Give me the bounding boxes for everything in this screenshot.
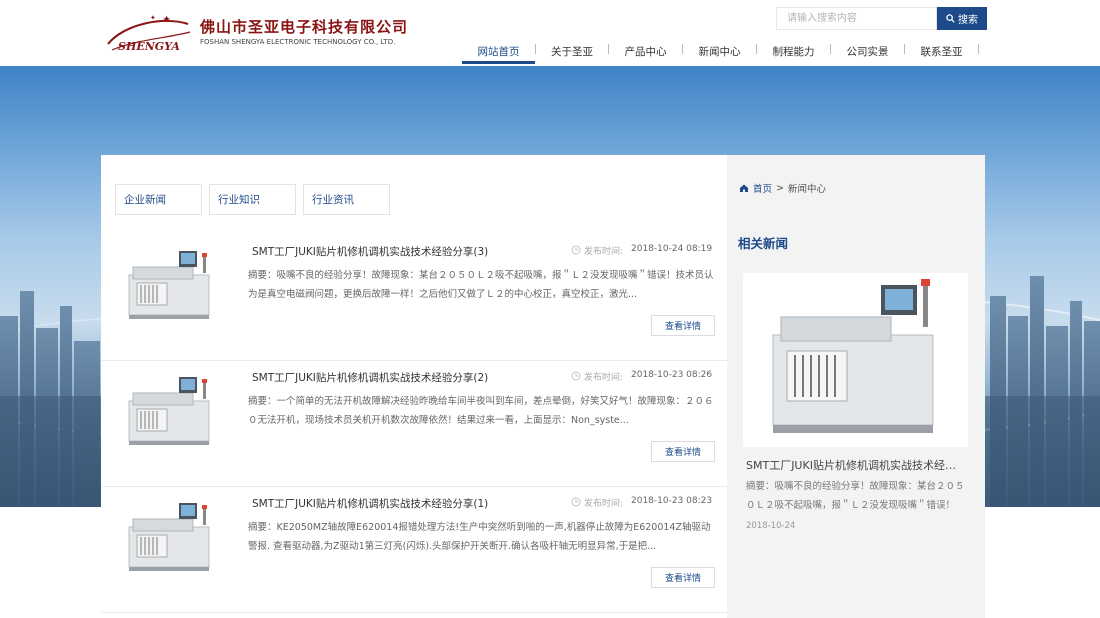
view-details-button[interactable]: 查看详情 — [651, 315, 715, 336]
smt-machine-thumbnail[interactable] — [123, 499, 219, 577]
news-list-panel: 企业新闻 行业知识 行业资讯 SMT工厂JUKI贴片机修机调机实战技术经验分享(… — [101, 155, 727, 618]
publish-date: 2018-10-24 08:19 — [631, 244, 713, 254]
nav-item-home[interactable]: 网站首页 — [462, 38, 535, 64]
nav-item-gallery[interactable]: 公司实景 — [831, 38, 904, 64]
publish-date-label: 发布时间: — [584, 247, 624, 257]
view-details-button[interactable]: 查看详情 — [651, 441, 715, 462]
nav-item-news[interactable]: 新闻中心 — [683, 38, 756, 64]
main-nav: 网站首页 关于圣亚 产品中心 新闻中心 制程能力 公司实景 联系圣亚 — [462, 38, 979, 64]
search-box: 搜索 — [776, 7, 987, 30]
smt-machine-thumbnail[interactable] — [123, 373, 219, 451]
nav-item-contact[interactable]: 联系圣亚 — [905, 38, 978, 64]
shengya-logo-icon: ✦ ✦ SHENGYA — [107, 13, 191, 53]
breadcrumb-home[interactable]: 首页 — [753, 181, 772, 195]
related-news-summary: 摘要：吸嘴不良的经验分享！故障现象：某台２０５０Ｌ２吸不起吸嘴，报＂Ｌ２没发现吸… — [746, 481, 965, 511]
search-button-label: 搜索 — [958, 15, 978, 26]
svg-text:SHENGYA: SHENGYA — [118, 40, 180, 53]
publish-date: 2018-10-23 08:26 — [631, 370, 713, 380]
smt-machine-thumbnail[interactable] — [123, 247, 219, 325]
breadcrumb: 首页 > 新闻中心 — [739, 181, 826, 195]
search-button[interactable]: 搜索 — [937, 7, 987, 30]
tab-industry-info[interactable]: 行业资讯 — [303, 184, 390, 215]
news-item-title[interactable]: SMT工厂JUKI贴片机修机调机实战技术经验分享(3) — [252, 244, 488, 259]
related-news-date: 2018-10-24 — [746, 521, 796, 531]
publish-date-label: 发布时间: — [584, 499, 624, 509]
site-header: ✦ ✦ SHENGYA 佛山市圣亚电子科技有限公司 FOSHAN SHENGYA… — [0, 0, 1100, 66]
nav-item-capability[interactable]: 制程能力 — [757, 38, 830, 64]
nav-item-products[interactable]: 产品中心 — [609, 38, 682, 64]
home-icon — [740, 184, 748, 192]
publish-date: 2018-10-23 08:23 — [631, 496, 713, 506]
related-news-image[interactable] — [743, 273, 968, 447]
view-details-button[interactable]: 查看详情 — [651, 567, 715, 588]
clock-icon — [571, 245, 581, 255]
tab-industry-knowledge[interactable]: 行业知识 — [209, 184, 296, 215]
news-item-title[interactable]: SMT工厂JUKI贴片机修机调机实战技术经验分享(2) — [252, 370, 488, 385]
news-item-title[interactable]: SMT工厂JUKI贴片机修机调机实战技术经验分享(1) — [252, 496, 488, 511]
news-item: SMT工厂JUKI贴片机修机调机实战技术经验分享(2) 发布时间: 2018-1… — [101, 361, 727, 487]
svg-text:✦: ✦ — [150, 14, 156, 22]
news-item: SMT工厂JUKI贴片机修机调机实战技术经验分享(1) 发布时间: 2018-1… — [101, 487, 727, 613]
company-name-cn: 佛山市圣亚电子科技有限公司 — [200, 18, 409, 36]
news-item: SMT工厂JUKI贴片机修机调机实战技术经验分享(3) 发布时间: 2018-1… — [101, 235, 727, 361]
news-item-summary: 摘要：吸嘴不良的经验分享！故障现象：某台２０５０Ｌ２吸不起吸嘴，报＂Ｌ２没发现吸… — [248, 270, 714, 300]
related-news-sidebar: 首页 > 新闻中心 相关新闻 SMT工厂JUKI贴片机修机调机实战技术经验分享(… — [727, 155, 985, 618]
breadcrumb-current: 新闻中心 — [787, 184, 826, 195]
related-news-title[interactable]: SMT工厂JUKI贴片机修机调机实战技术经验分享(3) — [746, 457, 966, 473]
news-category-tabs: 企业新闻 行业知识 行业资讯 — [115, 184, 390, 215]
company-name-en: FOSHAN SHENGYA ELECTRONIC TECHNOLOGY CO.… — [200, 38, 396, 46]
company-logo[interactable]: ✦ ✦ SHENGYA 佛山市圣亚电子科技有限公司 FOSHAN SHENGYA… — [104, 10, 407, 58]
tab-company-news[interactable]: 企业新闻 — [115, 184, 202, 215]
smt-machine-image — [772, 279, 934, 433]
related-news-heading: 相关新闻 — [738, 236, 789, 251]
news-item-summary: 摘要：KE2050MZ轴故障E620014报错处理方法!生产中突然听到啪的一声,… — [248, 522, 711, 552]
nav-divider — [978, 44, 979, 54]
svg-text:✦: ✦ — [162, 13, 171, 26]
publish-date-label: 发布时间: — [584, 373, 624, 383]
clock-icon — [571, 371, 581, 381]
search-icon — [946, 14, 955, 23]
breadcrumb-separator: > — [776, 182, 784, 194]
nav-item-about[interactable]: 关于圣亚 — [536, 38, 608, 64]
search-input[interactable] — [776, 7, 937, 30]
clock-icon — [571, 497, 581, 507]
news-item-summary: 摘要：一个简单的无法开机故障解决经验昨晚给车间半夜叫到车间，差点晕倒，好笑又好气… — [248, 396, 714, 426]
